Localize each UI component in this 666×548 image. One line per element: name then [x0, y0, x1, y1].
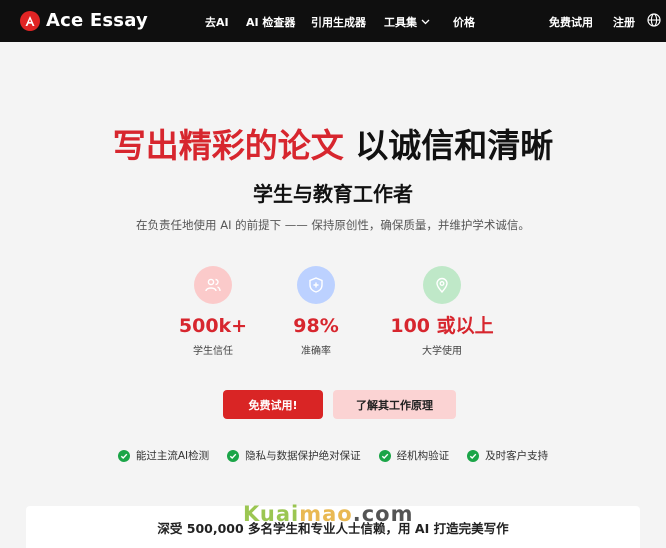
ace-logo-icon — [20, 10, 40, 31]
feature-item: 经机构验证 — [378, 448, 450, 463]
nav-link-citation[interactable]: 引用生成器 — [311, 14, 366, 30]
feature-label: 经机构验证 — [396, 450, 450, 462]
stat-label: 大学使用 — [422, 346, 462, 357]
free-trial-button[interactable]: 免费试用! — [223, 390, 323, 419]
top-nav: Ace Essay 去AI AI 检查器 引用生成器 工具集 价格 免费试用 注… — [0, 0, 666, 42]
feature-label: 能过主流AI检测 — [135, 450, 210, 462]
feature-list: 能过主流AI检测 隐私与数据保护绝对保证 经机构验证 及时客户支持 — [0, 448, 666, 463]
feature-label: 隐私与数据保护绝对保证 — [245, 450, 361, 462]
nav-free-trial[interactable]: 免费试用 — [549, 14, 593, 30]
nav-register[interactable]: 注册 — [613, 14, 635, 30]
nav-link-ai-checker[interactable]: AI 检查器 — [246, 14, 295, 30]
feature-item: 及时客户支持 — [467, 448, 548, 463]
stat-value: 100 或以上 — [390, 315, 494, 337]
stat-label: 准确率 — [301, 346, 331, 357]
hero-subtitle: 学生与教育工作者 — [253, 182, 413, 206]
feature-item: 能过主流AI检测 — [117, 448, 210, 463]
check-icon — [117, 449, 130, 462]
brand-name: Ace Essay — [46, 10, 148, 31]
location-pin-icon — [423, 266, 461, 304]
nav-link-deai[interactable]: 去AI — [205, 14, 229, 30]
nav-link-pricing[interactable]: 价格 — [453, 14, 475, 30]
hero-title: 写出精彩的论文 以诚信和清晰 — [0, 124, 666, 168]
stat-universities: 100 或以上 大学使用 — [372, 266, 512, 357]
check-icon — [467, 449, 480, 462]
feature-item: 隐私与数据保护绝对保证 — [227, 448, 361, 463]
watermark: Kuaimao.com — [243, 502, 413, 526]
check-icon — [378, 449, 391, 462]
stat-accuracy: 98% 准确率 — [246, 266, 386, 357]
watermark-part: .com — [352, 502, 414, 526]
hero-title-black: 以诚信和清晰 — [355, 126, 554, 165]
nav-tools-label: 工具集 — [384, 16, 417, 29]
chevron-down-icon — [421, 19, 430, 24]
globe-icon[interactable] — [647, 13, 661, 27]
brand[interactable]: Ace Essay — [20, 10, 148, 31]
nav-link-tools[interactable]: 工具集 — [384, 14, 430, 30]
how-it-works-button[interactable]: 了解其工作原理 — [333, 390, 456, 419]
shield-plus-icon — [297, 266, 335, 304]
feature-label: 及时客户支持 — [485, 450, 549, 462]
users-icon — [194, 266, 232, 304]
hero-title-red: 写出精彩的论文 — [112, 126, 344, 165]
watermark-part: mao — [299, 502, 353, 526]
hero-description: 在负责任地使用 AI 的前提下 —— 保持原创性，确保质量，并维护学术诚信。 — [136, 218, 530, 232]
stat-value: 98% — [293, 315, 339, 337]
check-icon — [227, 449, 240, 462]
watermark-part: Kuai — [243, 502, 300, 526]
